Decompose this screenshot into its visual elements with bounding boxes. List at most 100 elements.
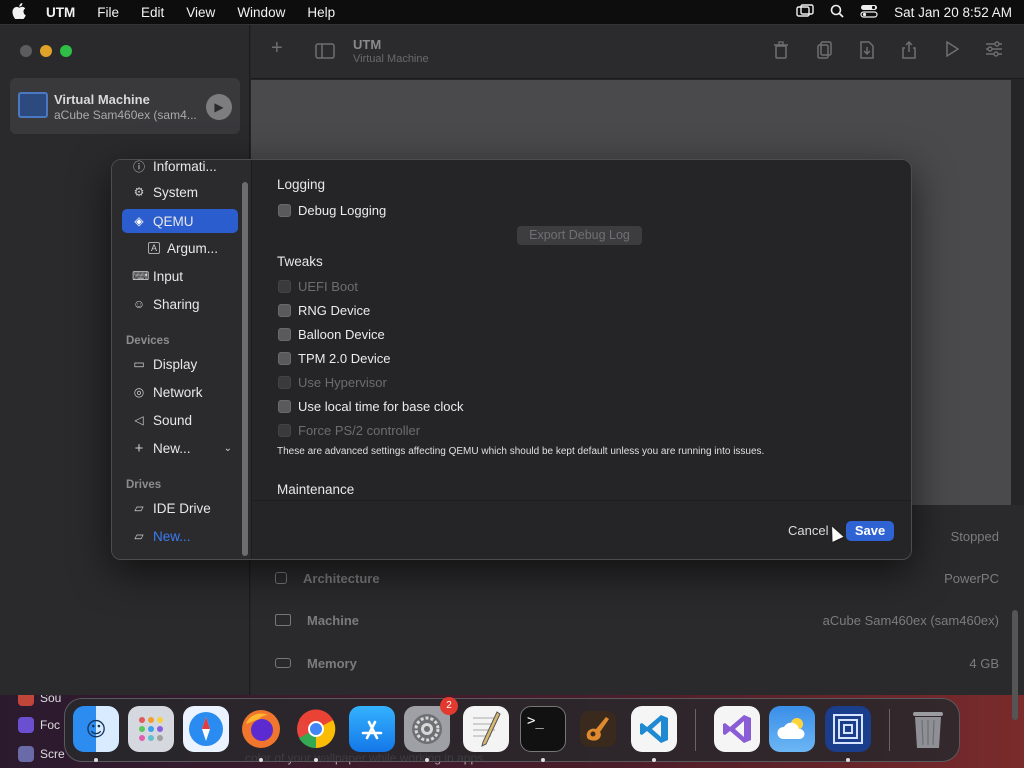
display-icon: ▭ (133, 357, 145, 371)
trash-bin-icon[interactable] (905, 706, 951, 752)
architecture-label: Architecture (303, 570, 380, 586)
menu-edit[interactable]: Edit (141, 5, 164, 20)
launchpad-icon[interactable] (128, 706, 174, 752)
vscode-icon[interactable] (631, 706, 677, 752)
finder-icon[interactable]: ☺ (73, 706, 119, 752)
save-button[interactable]: Save (846, 521, 894, 541)
chrome-icon[interactable] (293, 706, 339, 752)
minimize-window-button[interactable] (40, 45, 52, 57)
menu-window[interactable]: Window (237, 5, 285, 20)
app-store-icon[interactable] (349, 706, 395, 752)
details-scrollbar[interactable] (1012, 80, 1020, 720)
run-icon[interactable] (945, 40, 960, 62)
qemu-settings-panel: Logging Debug Logging Export Debug Log T… (253, 160, 911, 500)
close-window-button[interactable] (20, 45, 32, 57)
chevron-down-icon: ⌄ (223, 442, 232, 454)
settings-nav-ide-drive[interactable]: ▱ IDE Drive (122, 496, 238, 520)
rng-device-checkbox[interactable]: RNG Device (278, 303, 370, 318)
menu-file[interactable]: File (97, 5, 119, 20)
firefox-icon[interactable] (238, 706, 284, 752)
memory-value: 4 GB (969, 655, 999, 671)
settings-nav-arguments[interactable]: A Argum... (138, 236, 238, 260)
person-icon: ☺ (132, 297, 146, 311)
debug-logging-checkbox[interactable]: Debug Logging (278, 203, 386, 218)
sidebar-toggle-icon[interactable] (315, 43, 335, 64)
settings-nav-sound[interactable]: ◁ Sound (122, 408, 238, 432)
textedit-icon[interactable] (463, 706, 509, 752)
checkbox-box (278, 204, 291, 217)
checkbox-label: UEFI Boot (298, 279, 358, 294)
screen-mirroring-icon[interactable] (796, 3, 814, 21)
architecture-value: PowerPC (944, 570, 999, 586)
settings-nav-sharing[interactable]: ☺ Sharing (122, 292, 238, 316)
checkbox-box (278, 328, 291, 341)
details-scrollbar-thumb[interactable] (1012, 610, 1018, 720)
use-hypervisor-checkbox[interactable]: Use Hypervisor (278, 375, 387, 390)
export-debug-log-button[interactable]: Export Debug Log (517, 226, 642, 245)
garageband-icon[interactable] (575, 706, 621, 752)
new-drive-label: New... (153, 528, 191, 544)
menu-help[interactable]: Help (307, 5, 335, 20)
checkbox-box (278, 304, 291, 317)
settings-nav-label: Display (153, 356, 198, 372)
clone-icon[interactable] (816, 41, 834, 64)
menu-view[interactable]: View (186, 5, 215, 20)
share-icon[interactable] (901, 40, 917, 64)
info-icon: ⓘ (132, 159, 145, 174)
settings-sidebar-scrollbar[interactable] (242, 182, 248, 556)
safari-icon[interactable] (183, 706, 229, 752)
settings-nav-label: QEMU (153, 213, 194, 229)
machine-value: aCube Sam460ex (sam460ex) (822, 612, 999, 628)
tpm-device-checkbox[interactable]: TPM 2.0 Device (278, 351, 390, 366)
checkbox-box (278, 400, 291, 413)
checkbox-label: Debug Logging (298, 203, 387, 218)
background-app-label: Scre (40, 747, 65, 761)
settings-nav-display[interactable]: ▭ Display (122, 352, 238, 376)
cancel-button[interactable]: Cancel (788, 523, 828, 538)
add-icon[interactable]: + (271, 37, 283, 60)
memory-row: Memory 4 GB (275, 648, 999, 678)
background-app-label: Foc (40, 718, 61, 732)
force-ps2-checkbox[interactable]: Force PS/2 controller (278, 423, 420, 438)
spotlight-search-icon[interactable] (830, 4, 844, 21)
vm-list-item[interactable]: Virtual Machine aCube Sam460ex (sam4... … (10, 78, 240, 134)
toolbar-subtitle: Virtual Machine (353, 53, 429, 65)
terminal-icon[interactable]: >_ (520, 706, 566, 752)
settings-nav-label: Sharing (153, 296, 200, 312)
checkbox-label: Use local time for base clock (298, 399, 464, 414)
menu-clock[interactable]: Sat Jan 20 8:52 AM (894, 5, 1012, 20)
new-drive-button[interactable]: ▱ New... (122, 524, 238, 548)
arguments-icon: A (148, 242, 160, 254)
settings-nav-information[interactable]: ⓘ Informati... (122, 159, 238, 178)
settings-nav-input[interactable]: ⌨ Input (122, 264, 238, 288)
checkbox-label: Force PS/2 controller (298, 423, 421, 438)
keyboard-icon: ⌨ (132, 269, 150, 283)
weather-icon[interactable] (769, 706, 815, 752)
menu-bar: UTM File Edit View Window Help Sat Jan 2… (0, 0, 1024, 24)
settings-badge: 2 (440, 697, 458, 715)
globe-icon: ◎ (133, 385, 145, 399)
play-icon[interactable]: ▶ (206, 94, 232, 120)
download-icon[interactable] (859, 41, 875, 64)
background-app-item: Foc (18, 717, 60, 733)
local-time-checkbox[interactable]: Use local time for base clock (278, 399, 463, 414)
settings-nav-system[interactable]: ⚙ System (122, 180, 238, 204)
visual-studio-icon[interactable] (714, 706, 760, 752)
control-center-icon[interactable] (860, 4, 878, 21)
speaker-icon: ◁ (134, 413, 144, 427)
zoom-window-button[interactable] (60, 45, 72, 57)
apple-icon[interactable] (12, 2, 32, 22)
trash-icon[interactable] (773, 41, 789, 64)
settings-nav-network[interactable]: ◎ Network (122, 380, 238, 404)
uefi-boot-checkbox[interactable]: UEFI Boot (278, 279, 358, 294)
settings-sliders-icon[interactable] (985, 41, 1003, 62)
menu-app-name[interactable]: UTM (46, 5, 75, 20)
utm-icon[interactable] (825, 706, 871, 752)
settings-nav-qemu[interactable]: ◈ QEMU (122, 209, 238, 233)
new-device-button[interactable]: + New... ⌄ (122, 436, 238, 460)
settings-nav-label: Sound (153, 412, 193, 428)
dock: ☺ 2 >_ (64, 697, 960, 762)
balloon-device-checkbox[interactable]: Balloon Device (278, 327, 385, 342)
settings-nav-label: Input (153, 268, 184, 284)
checkbox-label: TPM 2.0 Device (298, 351, 391, 366)
